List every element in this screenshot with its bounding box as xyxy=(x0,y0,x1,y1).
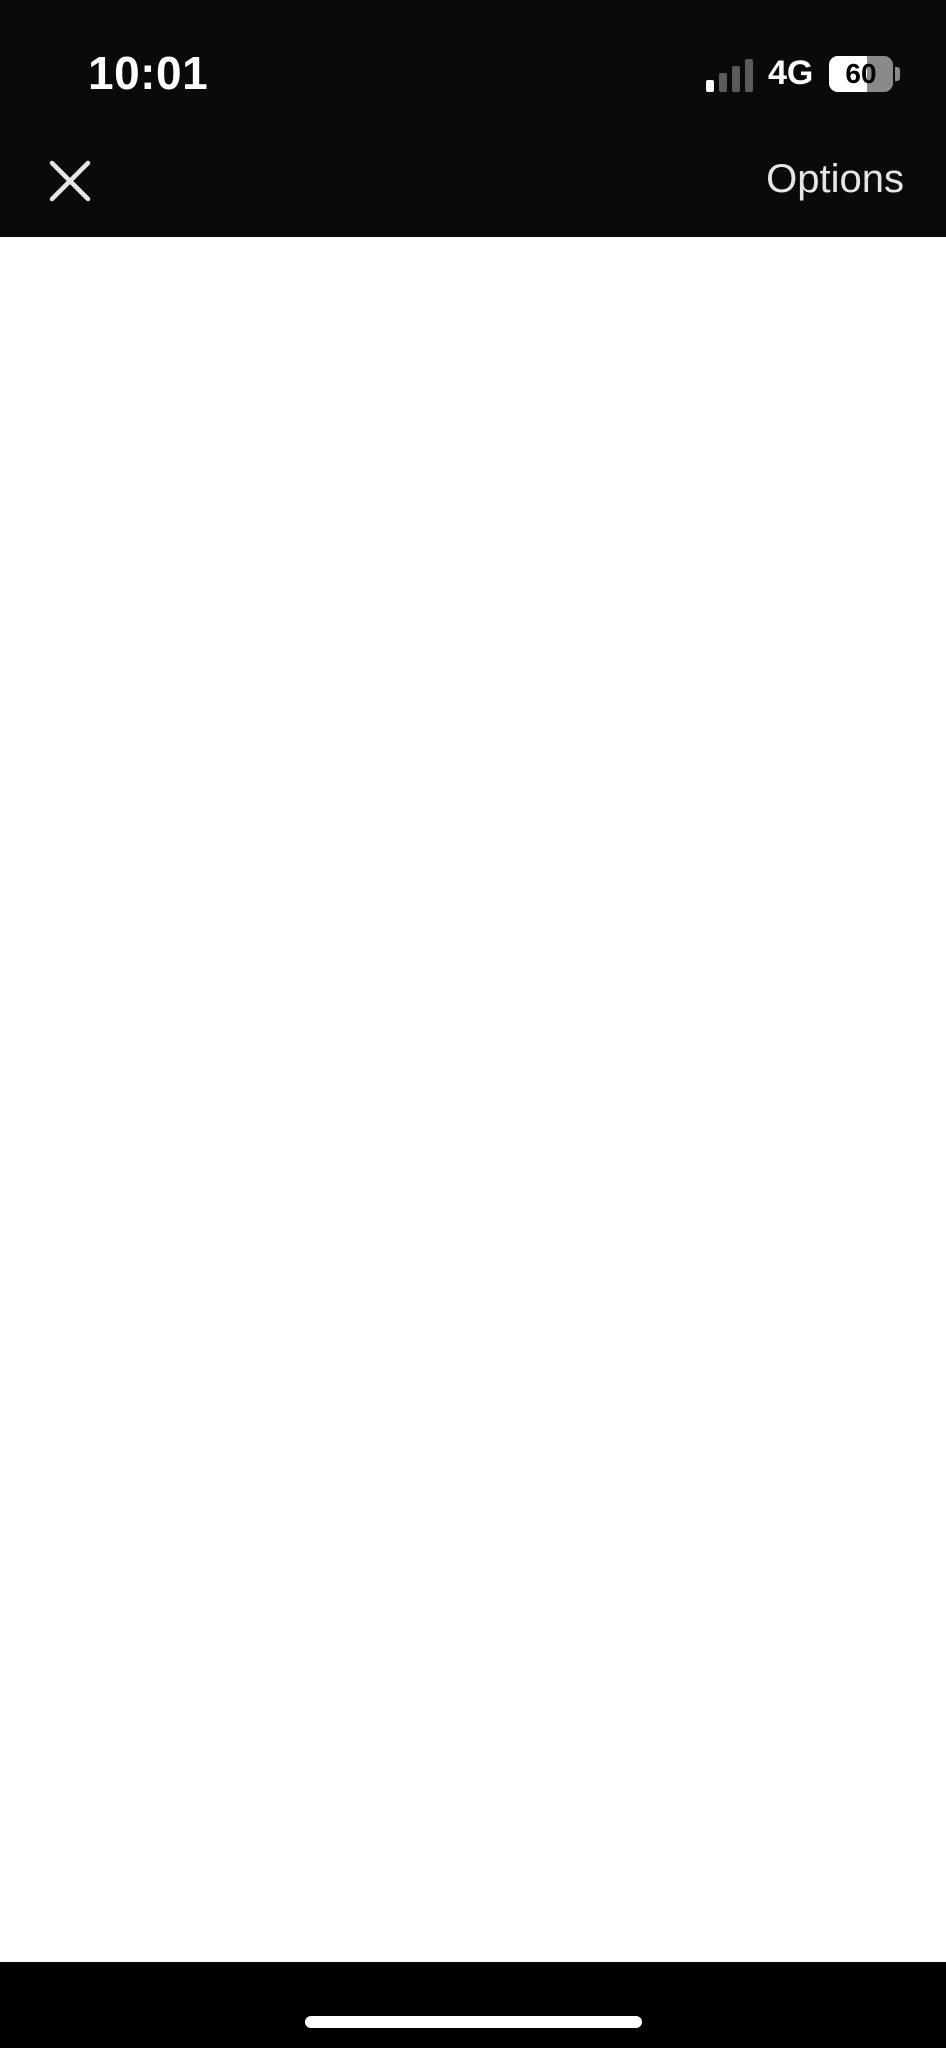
close-icon xyxy=(49,160,91,202)
options-button[interactable]: Options xyxy=(766,157,904,202)
battery-icon: 60 xyxy=(829,56,893,92)
battery-tip xyxy=(895,67,900,81)
signal-strength-icon xyxy=(706,58,756,92)
header-bar: 10:01 4G 60 Options xyxy=(0,0,946,237)
app-screen: 10:01 4G 60 Options xyxy=(0,0,946,2048)
signal-bar xyxy=(706,80,714,92)
home-indicator[interactable] xyxy=(305,2016,642,2028)
signal-bar xyxy=(719,73,727,92)
battery-level: 60 xyxy=(845,58,877,89)
signal-bar xyxy=(732,66,740,92)
close-button[interactable] xyxy=(44,155,96,207)
network-type: 4G xyxy=(768,54,814,92)
bottom-bar xyxy=(0,1962,946,2048)
signal-bar xyxy=(745,59,753,92)
status-time: 10:01 xyxy=(88,47,209,99)
content-area xyxy=(0,237,946,1962)
